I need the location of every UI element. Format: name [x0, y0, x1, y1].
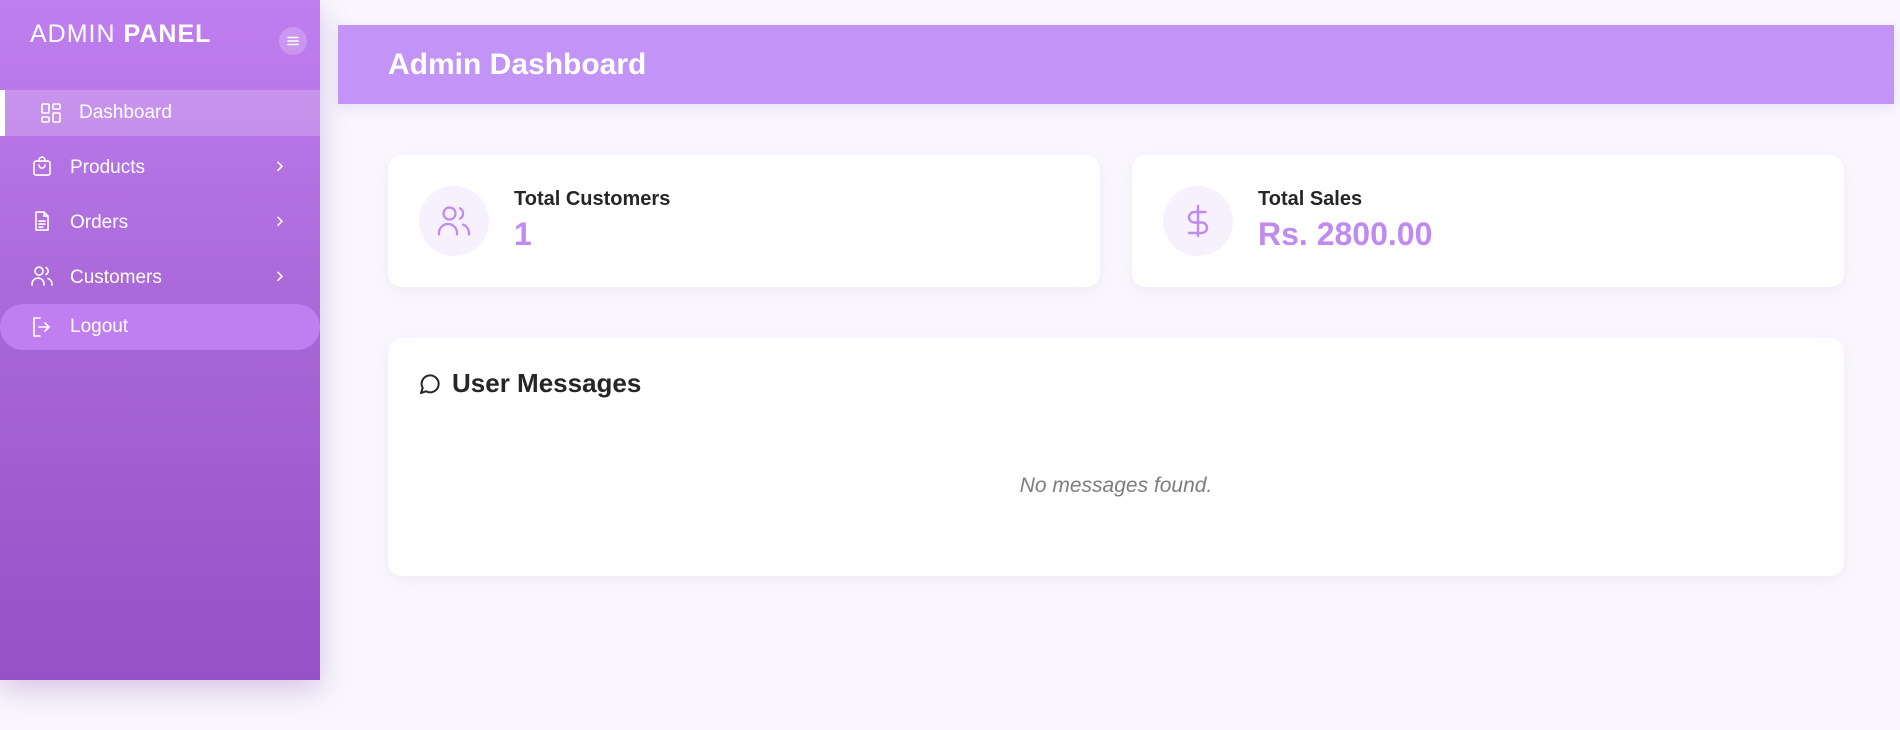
sidebar-item-label: Orders: [70, 212, 129, 233]
page-title: Admin Dashboard: [388, 48, 647, 81]
sidebar-item-customers[interactable]: Customers: [0, 255, 320, 301]
page-header: Admin Dashboard: [338, 25, 1894, 104]
logout-label: Logout: [70, 316, 129, 337]
stat-label: Total Sales: [1258, 188, 1363, 210]
dashboard-grid-icon: [41, 103, 61, 123]
messages-title: User Messages: [452, 368, 642, 398]
sidebar-item-orders[interactable]: Orders: [0, 200, 320, 246]
sidebar-item-products[interactable]: Products: [0, 145, 320, 191]
document-icon: [35, 211, 49, 231]
sidebar-item-label: Dashboard: [79, 102, 172, 123]
brand-text-light: ADMIN: [30, 20, 116, 48]
stat-icon-wrapper: [1163, 186, 1233, 256]
shopping-bag-icon: [33, 156, 51, 176]
sidebar-item-label: Products: [70, 157, 145, 178]
message-circle-icon: [420, 373, 440, 394]
sidebar: ADMIN PANEL Dashboard Products Orders Cu…: [0, 0, 320, 680]
chevron-right-icon: [277, 271, 283, 282]
stat-icon-wrapper: [419, 186, 489, 256]
stat-value: 1: [514, 216, 532, 252]
sidebar-item-label: Customers: [70, 267, 162, 288]
brand-logo: ADMIN PANEL: [30, 20, 211, 49]
dollar-icon: [1187, 204, 1209, 238]
chevron-right-icon: [277, 161, 283, 172]
logout-button[interactable]: Logout: [0, 304, 320, 350]
user-messages-panel: User Messages No messages found.: [388, 338, 1844, 576]
stat-value: Rs. 2800.00: [1258, 216, 1433, 252]
stat-card-sales: Total Sales Rs. 2800.00: [1132, 155, 1844, 287]
stat-label: Total Customers: [514, 188, 671, 210]
brand-text-bold: PANEL: [123, 20, 212, 48]
sidebar-toggle-button[interactable]: [279, 27, 307, 55]
empty-state-text: No messages found.: [1019, 474, 1213, 497]
messages-heading: User Messages: [418, 368, 641, 399]
sidebar-item-dashboard[interactable]: Dashboard: [0, 90, 320, 136]
logout-icon: [33, 317, 50, 337]
users-icon: [31, 266, 53, 286]
stat-card-customers: Total Customers 1: [388, 155, 1100, 287]
menu-icon: [287, 36, 299, 46]
users-icon: [437, 206, 471, 236]
chevron-right-icon: [277, 216, 283, 227]
